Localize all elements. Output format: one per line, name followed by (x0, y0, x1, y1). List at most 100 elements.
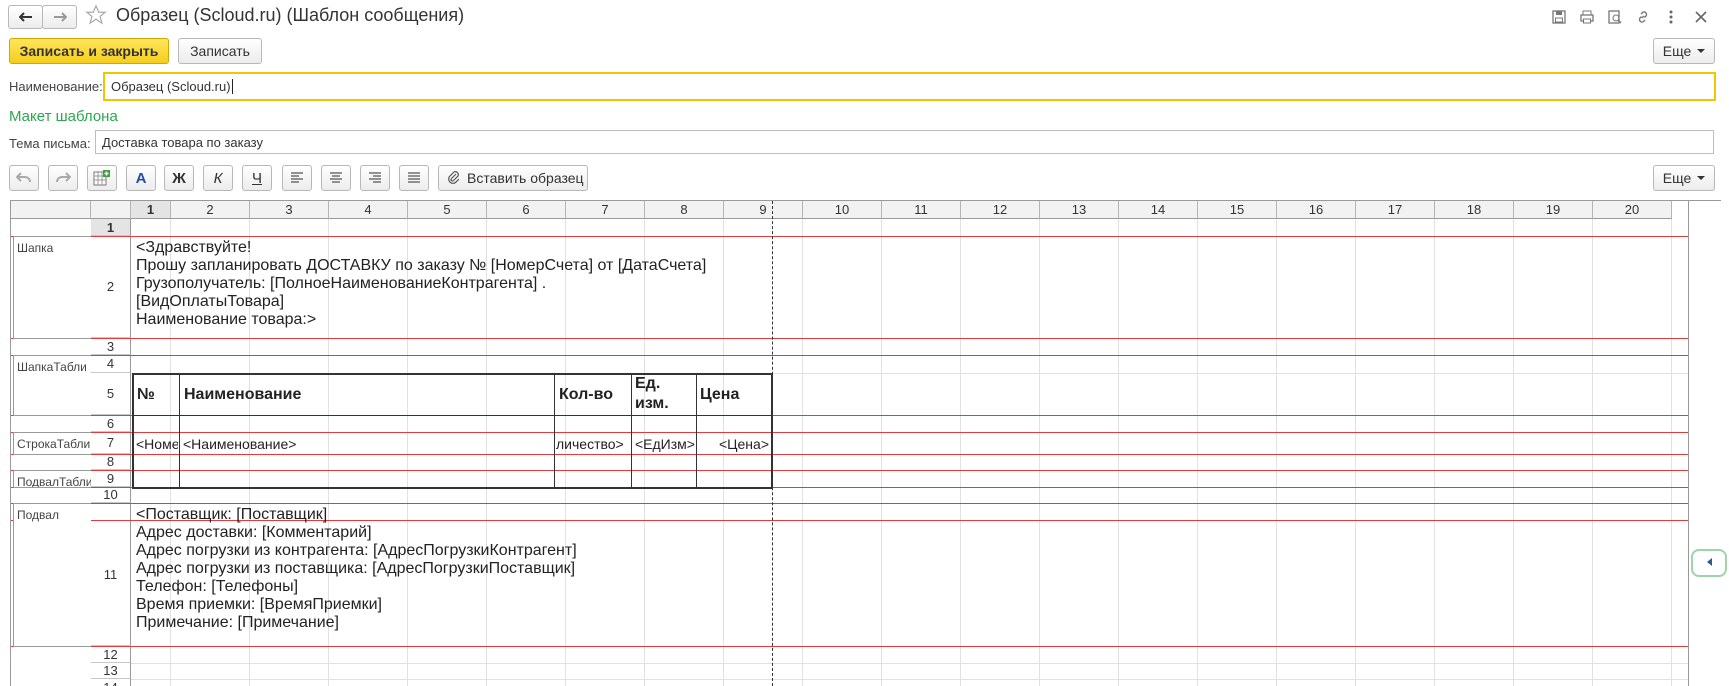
column-header[interactable]: 1 (131, 201, 171, 219)
italic-button[interactable]: К (203, 165, 233, 191)
column-header[interactable]: 5 (408, 201, 487, 219)
align-left-button[interactable] (282, 165, 312, 191)
insert-table-button[interactable] (87, 165, 117, 191)
column-header[interactable]: 19 (1514, 201, 1593, 219)
table-col-divider (554, 373, 555, 489)
footer-text-line: Примечание: [Примечание] (136, 614, 339, 631)
underline-button[interactable]: Ч (242, 165, 272, 191)
table-row-num[interactable]: <Номе (136, 436, 178, 452)
align-justify-button[interactable] (399, 165, 429, 191)
undo-icon (16, 171, 32, 185)
header-text-block[interactable]: <Здравствуйте! Прошу запланировать ДОСТАВ… (136, 239, 706, 329)
align-right-icon (368, 172, 382, 184)
back-button[interactable] (8, 5, 43, 29)
kebab-menu-icon[interactable] (1660, 6, 1682, 28)
panel-toggle-button[interactable] (1691, 549, 1727, 577)
footer-text-block[interactable]: <Поставщик: [Поставщик] Адрес доставки: [… (136, 506, 577, 632)
column-header[interactable]: 10 (803, 201, 882, 219)
floppy-icon[interactable] (1548, 6, 1570, 28)
row-header[interactable]: 7 (91, 432, 131, 454)
column-header[interactable]: 3 (250, 201, 329, 219)
preview-icon[interactable] (1604, 6, 1626, 28)
table-header-unit-line2[interactable]: изм. (635, 395, 669, 413)
column-header[interactable]: 8 (645, 201, 724, 219)
table-col-divider (631, 373, 632, 489)
grid-col-line (881, 219, 882, 686)
undo-button[interactable] (9, 165, 39, 191)
row-header[interactable]: 3 (91, 338, 131, 355)
grid-col-line (960, 219, 961, 686)
group-table-footer[interactable]: ПодвалТабли (13, 470, 91, 488)
align-center-button[interactable] (321, 165, 351, 191)
row-header[interactable]: 5 (91, 373, 131, 415)
column-header[interactable]: 18 (1435, 201, 1514, 219)
forward-button[interactable] (42, 5, 77, 29)
table-row-name[interactable]: <Наименование> (183, 436, 553, 452)
bold-button[interactable]: Ж (164, 165, 194, 191)
table-header-qty[interactable]: Кол-во (559, 386, 613, 404)
section-line (11, 236, 1688, 237)
close-icon[interactable] (1690, 6, 1712, 28)
subject-input[interactable]: Доставка товара по заказу (95, 130, 1714, 154)
table-row-unit[interactable]: <ЕдИзм> (635, 436, 695, 452)
grid-col-line (1671, 219, 1672, 686)
paperclip-icon (447, 170, 460, 187)
footer-text-line: Адрес погрузки из поставщика: [АдресПогр… (136, 560, 576, 577)
row-header[interactable]: 10 (91, 487, 131, 503)
group-header[interactable]: Шапка (13, 236, 91, 339)
group-footer[interactable]: Подвал (13, 503, 91, 647)
insert-sample-button[interactable]: Вставить образец (438, 165, 588, 191)
row-header[interactable]: 6 (91, 415, 131, 432)
align-left-icon (290, 172, 304, 184)
text-cursor (231, 79, 233, 94)
column-header[interactable]: 11 (882, 201, 961, 219)
row-header[interactable]: 4 (91, 355, 131, 373)
column-header[interactable]: 20 (1593, 201, 1672, 219)
column-header[interactable]: 14 (1119, 201, 1198, 219)
table-row-price[interactable]: <Цена> (699, 436, 769, 452)
column-header[interactable]: 13 (1040, 201, 1119, 219)
link-icon[interactable] (1632, 6, 1654, 28)
column-header[interactable]: 17 (1356, 201, 1435, 219)
column-header[interactable]: 12 (961, 201, 1040, 219)
column-header[interactable]: 9 (724, 201, 803, 219)
font-color-button[interactable]: A (126, 165, 156, 191)
table-row-qty[interactable]: личество> (556, 436, 630, 452)
column-header[interactable]: 7 (566, 201, 645, 219)
row-header[interactable]: 2 (91, 236, 131, 338)
column-header[interactable]: 2 (171, 201, 250, 219)
group-table-row[interactable]: СтрокаТабли (13, 432, 91, 455)
table-header-num[interactable]: № (137, 386, 155, 404)
template-spreadsheet[interactable]: 1 2 3 4 5 6 7 8 9 10 11 12 13 14 15 16 17 18 19 20 12345678… (10, 200, 1721, 686)
corner-cell (91, 201, 131, 219)
group-table-header[interactable]: ШапкаТабли (13, 355, 91, 416)
section-line (11, 355, 1688, 356)
align-right-button[interactable] (360, 165, 390, 191)
printer-icon[interactable] (1576, 6, 1598, 28)
footer-text-line: Время приемки: [ВремяПриемки] (136, 596, 382, 613)
table-add-icon (93, 169, 111, 187)
table-header-price[interactable]: Цена (700, 386, 739, 404)
column-header[interactable]: 6 (487, 201, 566, 219)
header-text-line: Грузополучатель: [ПолноеНаименованиеКонт… (136, 275, 547, 292)
table-header-name[interactable]: Наименование (184, 386, 301, 404)
column-header[interactable]: 4 (329, 201, 408, 219)
row-header[interactable]: 1 (91, 219, 131, 236)
save-button[interactable]: Записать (178, 38, 262, 64)
redo-button[interactable] (48, 165, 78, 191)
table-header-unit-line1[interactable]: Ед. (635, 375, 660, 393)
row-header[interactable]: 9 (91, 470, 131, 487)
column-header[interactable]: 16 (1277, 201, 1356, 219)
row-header[interactable]: 12 (91, 646, 131, 663)
header-text-line: Прошу запланировать ДОСТАВКУ по заказу №… (136, 257, 707, 274)
row-header[interactable]: 8 (91, 454, 131, 470)
star-icon[interactable] (85, 4, 107, 26)
save-and-close-button[interactable]: Записать и закрыть (9, 38, 169, 64)
column-header[interactable]: 15 (1198, 201, 1277, 219)
page-boundary-line (772, 201, 773, 686)
more-button[interactable]: Еще (1653, 38, 1715, 64)
name-input[interactable]: Образец (Scloud.ru) (103, 72, 1716, 101)
format-more-button[interactable]: Еще (1653, 165, 1715, 191)
row-header[interactable]: 13 (91, 663, 131, 679)
row-header[interactable]: 11 (91, 503, 131, 646)
